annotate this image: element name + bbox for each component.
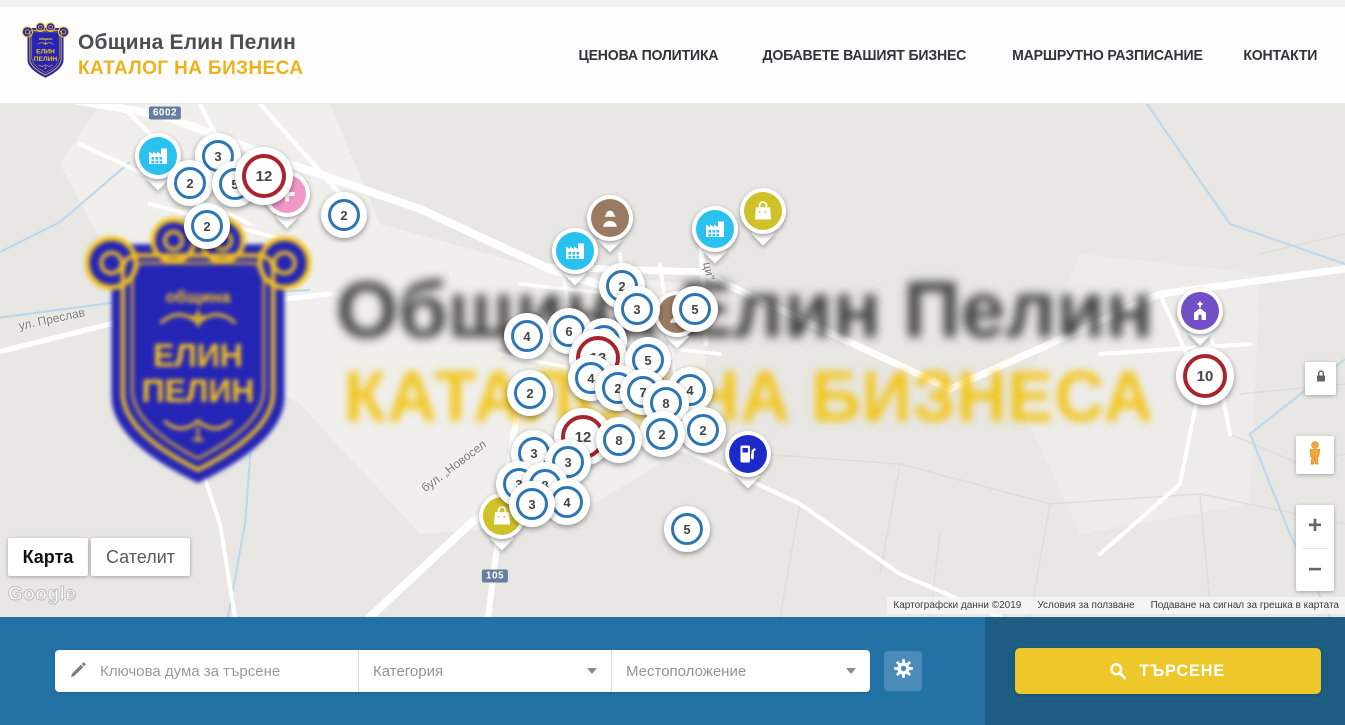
poi-marker[interactable]: [692, 206, 738, 252]
zoom-in-button[interactable]: +: [1296, 505, 1334, 548]
attribution-copyright: Картографски данни ©2019: [893, 600, 1021, 611]
site-subtitle: КАТАЛОГ НА БИЗНЕСА: [78, 58, 303, 80]
lock-icon: [1313, 368, 1329, 390]
search-button-label: ТЪРСЕНЕ: [1139, 661, 1225, 681]
nav-item-pricing[interactable]: ЦЕНОВА ПОЛИТИКА: [579, 47, 719, 64]
poi-marker[interactable]: [740, 188, 786, 234]
pegman-icon: [1302, 439, 1328, 472]
cluster-count: 4: [511, 320, 543, 352]
site-header: община ЕЛИН ПЕЛИН Община Елин Пелин КАТА…: [0, 7, 1345, 104]
cluster-count: 2: [191, 210, 223, 242]
pencil-icon: [69, 660, 88, 683]
cluster-count: 3: [621, 293, 653, 325]
map-canvas[interactable]: ул. Преславбул. „Новоселци"6002105 32512…: [0, 104, 1345, 617]
street-view-pegman-button[interactable]: [1296, 436, 1334, 474]
attribution-terms-link[interactable]: Условия за ползване: [1037, 600, 1134, 611]
map-type-satellite-button[interactable]: Сателит: [91, 538, 190, 576]
gear-icon: [893, 658, 914, 684]
poi-marker[interactable]: [1177, 288, 1223, 334]
map-type-map-button[interactable]: Карта: [8, 538, 88, 576]
poi-marker[interactable]: [725, 431, 771, 477]
site-title: Община Елин Пелин: [78, 31, 303, 55]
cluster-count: 5: [671, 513, 703, 545]
page: община ЕЛИН ПЕЛИН Община Елин Пелин КАТА…: [0, 0, 1345, 725]
cluster-marker[interactable]: 5: [672, 286, 718, 332]
location-dropdown-label: Местоположение: [626, 663, 746, 680]
poi-marker[interactable]: [587, 195, 633, 241]
cluster-marker[interactable]: 3: [509, 481, 555, 527]
cluster-count: 2: [687, 414, 719, 446]
nav-item-add-business[interactable]: ДОБАВЕТЕ ВАШИЯТ БИЗНЕС: [762, 47, 966, 64]
attribution-report-error-link[interactable]: Подаване на сигнал за грешка в картата: [1151, 600, 1339, 611]
road-number-badge: 6002: [149, 107, 181, 120]
chevron-down-icon: [587, 668, 597, 674]
cluster-count: 3: [516, 488, 548, 520]
map-attribution: Картографски данни ©2019 Условия за полз…: [887, 597, 1345, 614]
municipality-logo[interactable]: община ЕЛИН ПЕЛИН: [22, 22, 69, 81]
cluster-marker[interactable]: 2: [167, 160, 213, 206]
fuel-icon: [729, 435, 767, 473]
main-nav: ЦЕНОВА ПОЛИТИКА ДОБАВЕТЕ ВАШИЯТ БИЗНЕС М…: [574, 7, 1320, 103]
road-number-badge: 105: [482, 570, 508, 583]
search-icon: [1109, 662, 1126, 680]
search-bar: Категория Местоположение: [0, 617, 1345, 725]
cluster-count: 10: [1183, 354, 1227, 398]
cluster-marker[interactable]: 2: [184, 203, 230, 249]
nav-item-route-schedule[interactable]: МАРШРУТНО РАЗПИСАНИЕ: [1012, 47, 1203, 64]
cluster-marker[interactable]: 10: [1176, 347, 1234, 405]
svg-text:ЕЛИН: ЕЛИН: [36, 48, 55, 55]
site-title-block: Община Елин Пелин КАТАЛОГ НА БИЗНЕСА: [78, 31, 303, 80]
google-logo[interactable]: Google: [8, 584, 76, 606]
svg-text:ПЕЛИН: ПЕЛИН: [34, 56, 58, 63]
cluster-marker[interactable]: 2: [321, 192, 367, 238]
advanced-settings-button[interactable]: [884, 651, 922, 691]
keyword-field[interactable]: [55, 650, 358, 692]
category-dropdown-label: Категория: [373, 663, 443, 680]
nav-item-contacts[interactable]: КОНТАКТИ: [1244, 47, 1318, 64]
chevron-down-icon: [846, 668, 856, 674]
church-icon: [1181, 292, 1219, 330]
lock-button[interactable]: [1305, 362, 1336, 395]
cluster-marker[interactable]: 4: [504, 313, 550, 359]
keyword-search-input[interactable]: [98, 662, 344, 681]
cluster-count: 5: [679, 293, 711, 325]
top-strip: [0, 0, 1345, 7]
shopping-bag-icon: [744, 192, 782, 230]
search-button[interactable]: ТЪРСЕНЕ: [1015, 648, 1321, 694]
cluster-marker[interactable]: 8: [596, 417, 642, 463]
location-dropdown[interactable]: Местоположение: [612, 650, 870, 692]
cluster-count: 4: [551, 486, 583, 518]
cluster-count: 2: [646, 418, 678, 450]
zoom-out-button[interactable]: −: [1296, 549, 1334, 592]
zoom-control: + −: [1296, 505, 1334, 591]
search-fields: Категория Местоположение: [55, 650, 870, 692]
category-dropdown[interactable]: Категория: [359, 650, 611, 692]
worker-icon: [591, 199, 629, 237]
cluster-count: 2: [514, 377, 546, 409]
cluster-count: 8: [603, 424, 635, 456]
cluster-marker[interactable]: 2: [639, 411, 685, 457]
svg-text:община: община: [39, 37, 53, 41]
cluster-count: 2: [174, 167, 206, 199]
cluster-marker[interactable]: 2: [507, 370, 553, 416]
cluster-count: 12: [242, 154, 286, 198]
cluster-marker[interactable]: 5: [664, 506, 710, 552]
cluster-marker[interactable]: 12: [235, 147, 293, 205]
cluster-count: 2: [328, 199, 360, 231]
cluster-marker[interactable]: 2: [680, 407, 726, 453]
factory-icon: [696, 210, 734, 248]
